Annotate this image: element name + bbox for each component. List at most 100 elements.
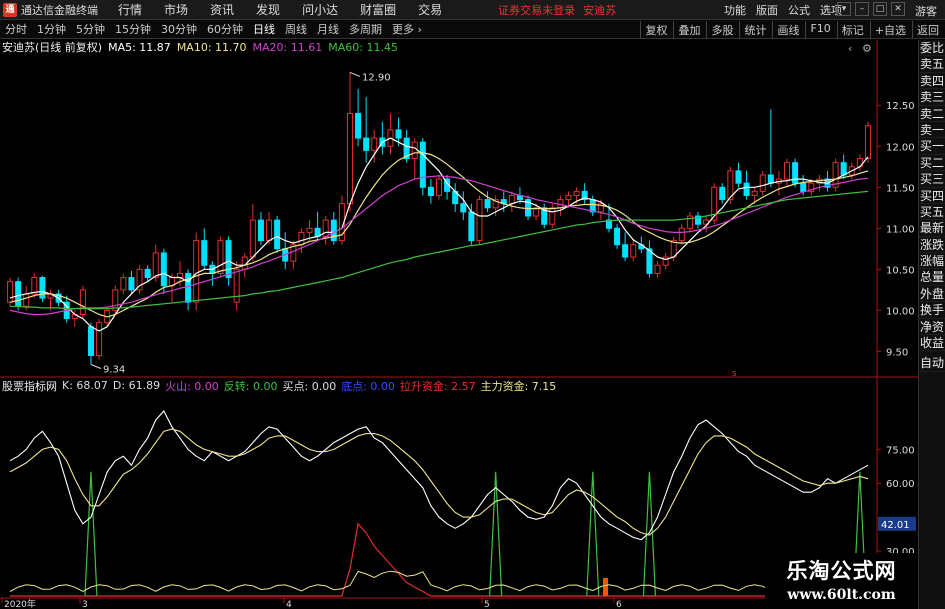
price-tick-label: 11.00 xyxy=(886,224,915,235)
price-tick-label: 12.00 xyxy=(886,142,915,153)
candle-body xyxy=(759,174,766,192)
indicator-buy-point: 买点: 0.00 xyxy=(282,379,337,393)
rp-sell5[interactable]: 卖五 xyxy=(919,56,945,73)
rp-buy4[interactable]: 买四 xyxy=(919,188,945,204)
candle-body xyxy=(39,277,46,299)
x-tick-label: 4 xyxy=(286,600,292,609)
candle-body xyxy=(363,137,370,151)
rp-auto[interactable]: 自动 xyxy=(919,355,945,372)
kd-line-d xyxy=(9,428,869,536)
current-value-label: 42.01 xyxy=(881,520,910,531)
rp-sell2[interactable]: 卖二 xyxy=(919,106,945,122)
candle-body xyxy=(96,322,103,356)
candle-body xyxy=(864,125,871,160)
rp-buy2[interactable]: 买二 xyxy=(919,155,945,172)
candle-body xyxy=(622,244,629,258)
candle-body xyxy=(128,277,135,291)
low-pointer xyxy=(90,364,102,369)
candle-body xyxy=(371,137,378,151)
rp-change-pct[interactable]: 涨幅 xyxy=(919,253,945,270)
rp-volume[interactable]: 总量 xyxy=(919,269,945,286)
candle-body xyxy=(419,141,426,188)
candle-body xyxy=(346,112,353,205)
candle-body xyxy=(800,182,807,192)
candle-body xyxy=(484,199,491,209)
watermark-url: www.60lt.com xyxy=(787,587,896,603)
candle-body xyxy=(743,182,750,196)
x-tick-label: 5 xyxy=(484,600,490,609)
indicator-bottom: 底点: 0.00 xyxy=(341,379,395,393)
candle-body xyxy=(840,162,847,176)
candle-body xyxy=(460,203,467,213)
candle-body xyxy=(193,240,200,303)
ind-tick-label: 75.00 xyxy=(886,445,915,456)
rp-latest[interactable]: 最新 xyxy=(919,220,945,237)
reversal-spike xyxy=(489,471,503,597)
candle-body xyxy=(201,240,208,266)
guest-user[interactable]: 游客 xyxy=(915,3,937,19)
rp-buy3[interactable]: 买三 xyxy=(919,171,945,188)
rp-turnover[interactable]: 换手 xyxy=(919,302,945,319)
reversal-spike xyxy=(586,471,600,597)
candle-body xyxy=(249,219,256,258)
candle-body xyxy=(79,289,86,315)
rp-outer-volume[interactable]: 外盘 xyxy=(919,286,945,303)
price-info-line: 安迪苏(日线 前复权) MA5: 11.87 MA10: 11.70 MA20:… xyxy=(2,40,398,55)
stock-name: 安迪苏(日线 前复权) xyxy=(2,41,103,54)
ind-tick-label: 60.00 xyxy=(886,479,915,490)
rp-sell3[interactable]: 卖三 xyxy=(919,89,945,106)
candle-body xyxy=(784,162,791,180)
rp-sell1[interactable]: 卖一 xyxy=(919,122,945,139)
candle-body xyxy=(735,170,742,184)
candle-body xyxy=(87,326,94,356)
collapse-icon[interactable]: ‹ xyxy=(848,42,852,55)
rp-earnings[interactable]: 收益 xyxy=(919,335,945,352)
signal-bar xyxy=(603,578,608,596)
main-funds-line xyxy=(9,570,869,592)
x-tick-label: 6 xyxy=(616,600,622,609)
reversal-spike xyxy=(84,471,98,597)
ma20-value: MA20: 11.61 xyxy=(252,40,323,54)
candle-body xyxy=(565,194,572,201)
rp-net-assets[interactable]: 净资 xyxy=(919,319,945,336)
candle-body xyxy=(751,190,758,196)
candle-body xyxy=(160,252,167,287)
indicator-reversal: 反转: 0.00 xyxy=(223,379,278,393)
candle-body xyxy=(355,112,362,139)
ma60-line xyxy=(10,190,869,310)
candle-body xyxy=(468,211,475,242)
price-tick-label: 10.50 xyxy=(886,265,915,276)
high-label: 12.90 xyxy=(362,72,391,83)
candle-body xyxy=(678,227,685,242)
candle-body xyxy=(266,219,273,242)
indicator-main-funds: 主力资金: 7.15 xyxy=(480,379,557,393)
right-quote-panel: 委比 卖五 卖四 卖三 卖二 卖一 买一 买二 买三 买四 买五 最新 涨跌 涨… xyxy=(918,40,945,609)
price-tick-label: 10.00 xyxy=(886,306,915,317)
rp-change[interactable]: 涨跌 xyxy=(919,237,945,254)
candle-body xyxy=(298,231,305,246)
ma10-value: MA10: 11.70 xyxy=(176,40,247,54)
kline-chart[interactable]: 12.50 12.00 11.50 11.00 10.50 10.00 9.50 12.90 9… xyxy=(0,0,918,609)
high-pointer xyxy=(349,71,361,77)
candle-body xyxy=(614,227,621,246)
indicator-d: D: 61.89 xyxy=(112,379,161,392)
ma5-value: MA5: 11.87 xyxy=(108,40,171,54)
rp-buy5[interactable]: 买五 xyxy=(919,204,945,221)
rp-commission-ratio[interactable]: 委比 xyxy=(919,40,945,57)
candle-body xyxy=(411,141,418,160)
low-label: 9.34 xyxy=(103,365,125,376)
candle-body xyxy=(573,190,580,196)
candle-body xyxy=(630,244,637,258)
candle-body xyxy=(306,227,313,233)
candle-body xyxy=(274,219,281,250)
x-tick-label: 2020年 xyxy=(4,598,36,609)
rp-buy1[interactable]: 买一 xyxy=(919,138,945,155)
indicator-name[interactable]: 股票指标网 xyxy=(2,378,57,394)
kd-line-k xyxy=(9,410,869,541)
candle-body xyxy=(322,219,329,238)
candle-body xyxy=(144,268,151,279)
candle-body xyxy=(654,264,661,274)
watermark: 乐淘公式网 www.60lt.com xyxy=(765,553,918,609)
settings-icon[interactable]: ⚙ xyxy=(862,42,872,55)
rp-sell4[interactable]: 卖四 xyxy=(919,73,945,90)
